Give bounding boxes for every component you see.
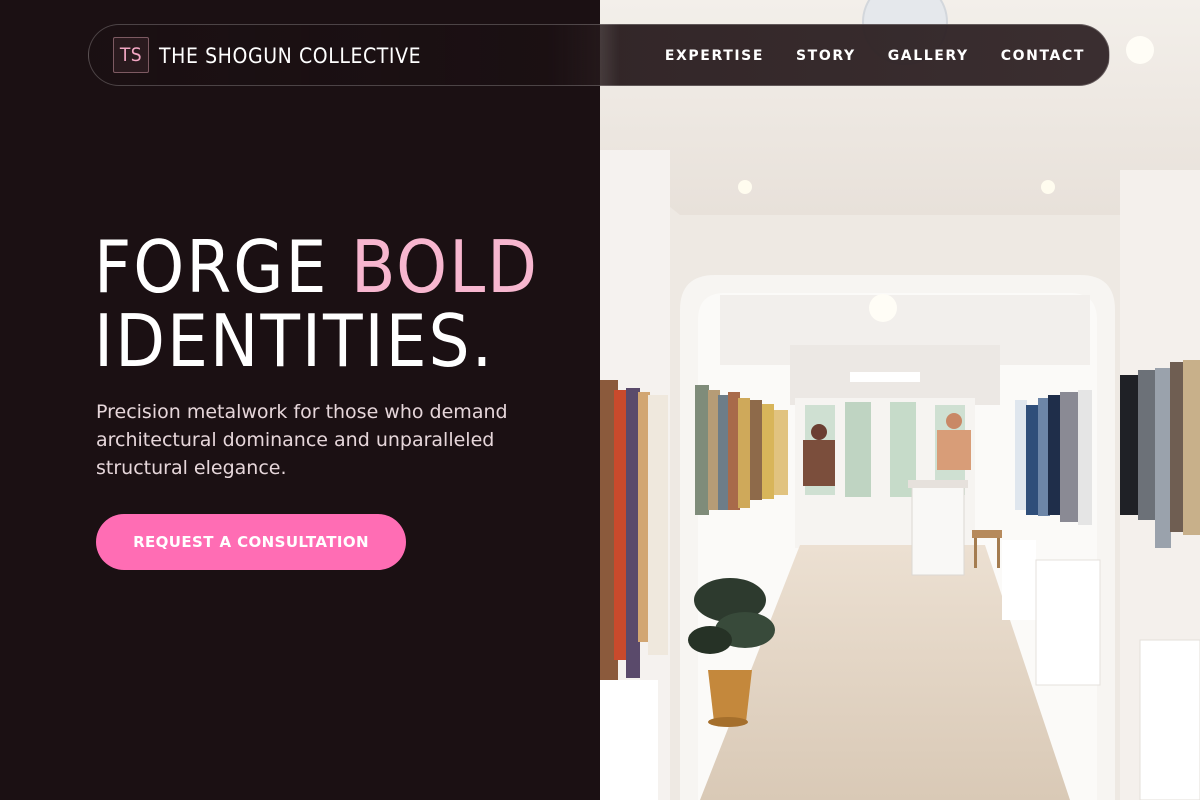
- nav-link-gallery[interactable]: GALLERY: [888, 48, 969, 64]
- nav-links: EXPERTISE STORY GALLERY CONTACT: [665, 25, 1085, 87]
- nav-link-story[interactable]: STORY: [796, 48, 856, 64]
- request-consultation-button[interactable]: REQUEST A CONSULTATION: [96, 514, 406, 570]
- nav-link-contact[interactable]: CONTACT: [1001, 48, 1085, 64]
- hero-subtitle: Precision metalwork for those who demand…: [96, 401, 508, 479]
- top-navigation: TS THE SHOGUN COLLECTIVE EXPERTISE STORY…: [88, 24, 1110, 86]
- brand-name[interactable]: THE SHOGUN COLLECTIVE: [159, 41, 421, 71]
- nav-link-expertise[interactable]: EXPERTISE: [665, 48, 764, 64]
- boutique-interior-image: [600, 0, 1200, 800]
- brand-logo[interactable]: TS: [113, 37, 149, 73]
- headline-line2: IDENTITIES.: [94, 299, 495, 383]
- hero-headline: FORGE BOLD IDENTITIES.: [94, 230, 539, 378]
- headline-accent: BOLD: [350, 225, 540, 309]
- headline-part1: FORGE: [94, 225, 351, 309]
